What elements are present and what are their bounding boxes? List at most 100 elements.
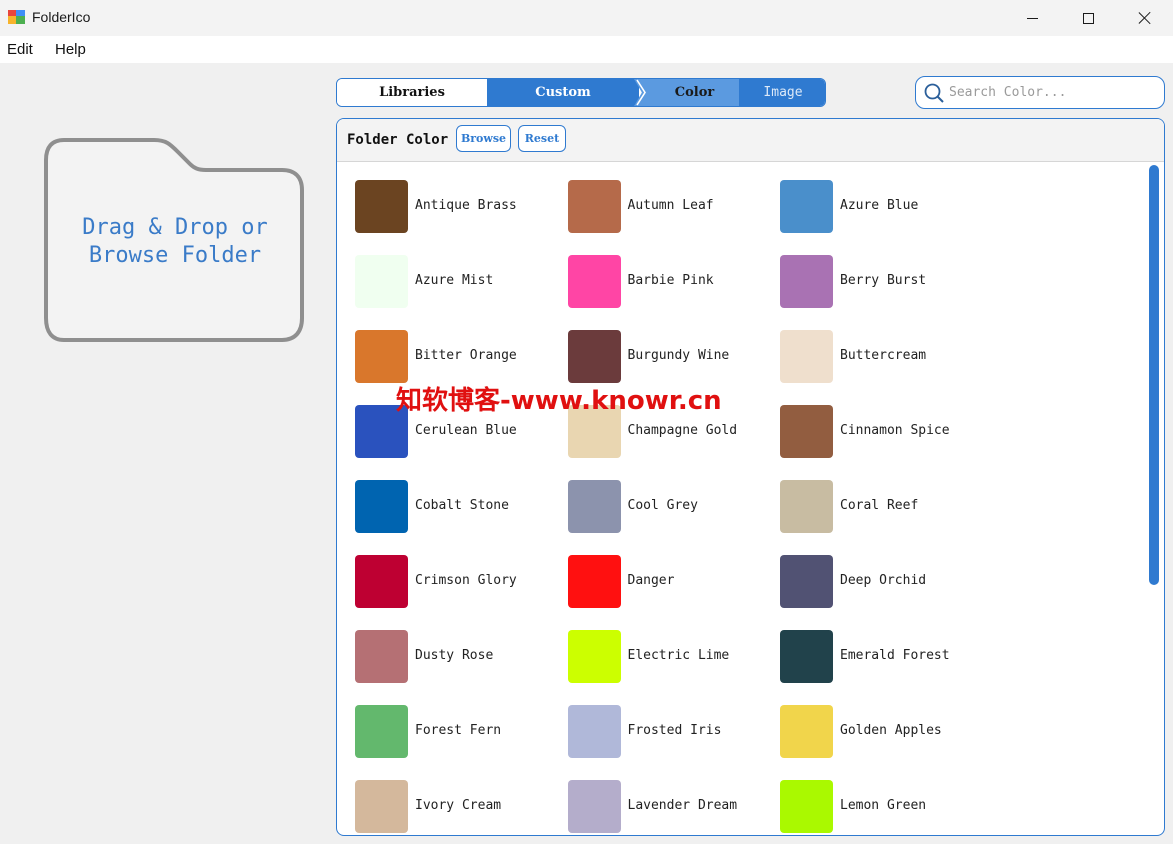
window-title: FolderIco: [32, 9, 91, 25]
color-swatch-item[interactable]: Azure Blue: [780, 180, 980, 234]
color-swatch-label: Lavender Dream: [627, 798, 738, 813]
watermark-text: 知软博客-www.knowr.cn: [396, 386, 722, 416]
color-swatch-label: Frosted Iris: [627, 723, 722, 738]
color-swatch-item[interactable]: Dusty Rose: [355, 630, 555, 684]
title-bar: FolderIco: [0, 0, 1173, 36]
color-swatch[interactable]: [780, 405, 833, 458]
color-swatch-item[interactable]: Forest Fern: [355, 705, 555, 759]
search-input[interactable]: [949, 81, 1154, 104]
color-swatch[interactable]: [567, 480, 621, 533]
color-swatch-label: Autumn Leaf: [627, 198, 714, 213]
tab-libraries[interactable]: Libraries: [337, 79, 487, 106]
color-swatch[interactable]: [780, 780, 833, 833]
folder-drop-zone[interactable]: Drag & Drop or Browse Folder: [44, 138, 306, 344]
menu-edit[interactable]: Edit: [7, 41, 33, 58]
color-swatch-label: Cool Grey: [627, 498, 698, 513]
color-swatch[interactable]: [780, 480, 833, 533]
color-swatch-item[interactable]: Golden Apples: [780, 705, 980, 759]
color-swatch-item[interactable]: Bitter Orange: [355, 330, 555, 384]
color-swatch-label: Danger: [627, 573, 675, 588]
color-swatch-item[interactable]: Cobalt Stone: [355, 480, 555, 534]
color-swatch[interactable]: [355, 330, 408, 383]
color-swatch[interactable]: [780, 555, 833, 608]
drop-zone-line-2: Browse Folder: [88, 243, 262, 268]
color-swatch-item[interactable]: Crimson Glory: [355, 555, 555, 609]
color-swatch[interactable]: [567, 630, 621, 683]
color-swatch[interactable]: [355, 480, 408, 533]
scrollbar[interactable]: [1149, 165, 1159, 833]
scrollbar-thumb[interactable]: [1149, 165, 1159, 585]
color-swatch-item[interactable]: Lemon Green: [780, 780, 980, 834]
folder-color-panel: Folder Color Browse Reset Antique Brass A…: [336, 118, 1165, 836]
color-swatch-label: Cerulean Blue: [415, 423, 517, 438]
tab-custom[interactable]: Custom: [487, 79, 639, 106]
panel-title: Folder Color: [347, 132, 449, 148]
color-swatch[interactable]: [780, 255, 833, 308]
color-swatch[interactable]: [780, 705, 833, 758]
color-swatch-label: Electric Lime: [627, 648, 730, 663]
color-swatch-label: Cinnamon Spice: [840, 423, 950, 438]
color-swatch-label: Burgundy Wine: [627, 348, 730, 363]
color-swatch-label: Azure Blue: [840, 198, 919, 213]
color-swatch-label: Coral Reef: [840, 498, 919, 513]
chevron-right-icon: [634, 79, 650, 106]
color-swatch-item[interactable]: Ivory Cream: [355, 780, 555, 834]
color-swatch[interactable]: [355, 780, 408, 833]
menu-help[interactable]: Help: [55, 41, 86, 58]
color-swatch-item[interactable]: Autumn Leaf: [567, 180, 768, 234]
color-grid: Antique Brass Autumn Leaf Azure Blue Azure …: [355, 180, 1135, 835]
drop-zone-line-1: Drag & Drop or: [82, 215, 268, 240]
color-swatch-item[interactable]: Buttercream: [780, 330, 980, 384]
color-swatch[interactable]: [567, 780, 621, 833]
minimize-button[interactable]: [1004, 0, 1060, 36]
color-swatch-label: Buttercream: [840, 348, 927, 363]
color-swatch-item[interactable]: Barbie Pink: [567, 255, 768, 309]
color-swatch[interactable]: [780, 180, 833, 233]
color-swatch-item[interactable]: Azure Mist: [355, 255, 555, 309]
color-swatch-item[interactable]: Berry Burst: [780, 255, 980, 309]
color-swatch[interactable]: [780, 630, 833, 683]
search-box: [915, 76, 1165, 109]
color-swatch-item[interactable]: Cool Grey: [567, 480, 768, 534]
color-swatch-item[interactable]: Danger: [567, 555, 768, 609]
color-swatch[interactable]: [355, 705, 408, 758]
tab-color[interactable]: Color: [650, 79, 739, 106]
maximize-icon: [1082, 12, 1094, 24]
color-swatch[interactable]: [355, 180, 408, 233]
color-swatch[interactable]: [567, 705, 621, 758]
color-swatch-item[interactable]: Frosted Iris: [567, 705, 768, 759]
color-swatch-label: Azure Mist: [415, 273, 494, 288]
color-swatch-item[interactable]: Coral Reef: [780, 480, 980, 534]
close-button[interactable]: [1117, 0, 1173, 36]
reset-button[interactable]: Reset: [518, 125, 566, 152]
color-swatch[interactable]: [567, 255, 621, 308]
color-swatch-label: Crimson Glory: [415, 573, 517, 588]
browse-button[interactable]: Browse: [456, 125, 511, 152]
app-icon: [8, 10, 25, 24]
color-swatch[interactable]: [567, 330, 621, 383]
color-swatch-label: Antique Brass: [415, 198, 517, 213]
source-tabs: Libraries Custom Color Image: [336, 78, 826, 107]
color-swatch-label: Forest Fern: [415, 723, 502, 738]
color-swatch-item[interactable]: Antique Brass: [355, 180, 555, 234]
color-swatch-item[interactable]: Deep Orchid: [780, 555, 980, 609]
color-swatch[interactable]: [355, 255, 408, 308]
menu-bar: Edit Help: [0, 36, 1173, 63]
search-icon: [924, 83, 944, 103]
color-swatch-item[interactable]: Emerald Forest: [780, 630, 980, 684]
drop-zone-text: Drag & Drop or Browse Folder: [44, 214, 306, 270]
color-swatch[interactable]: [780, 330, 833, 383]
color-swatch-item[interactable]: Electric Lime: [567, 630, 768, 684]
color-swatch[interactable]: [567, 180, 621, 233]
color-swatch[interactable]: [355, 630, 408, 683]
color-swatch-item[interactable]: Burgundy Wine: [567, 330, 768, 384]
tab-image[interactable]: Image: [739, 79, 825, 106]
color-swatch-label: Berry Burst: [840, 273, 927, 288]
color-swatch[interactable]: [567, 555, 621, 608]
color-swatch-item[interactable]: Cinnamon Spice: [780, 405, 980, 459]
panel-header: Folder Color Browse Reset: [337, 119, 1164, 162]
color-swatch-label: Dusty Rose: [415, 648, 494, 663]
color-swatch-item[interactable]: Lavender Dream: [567, 780, 768, 834]
maximize-button[interactable]: [1060, 0, 1116, 36]
color-swatch[interactable]: [355, 555, 408, 608]
